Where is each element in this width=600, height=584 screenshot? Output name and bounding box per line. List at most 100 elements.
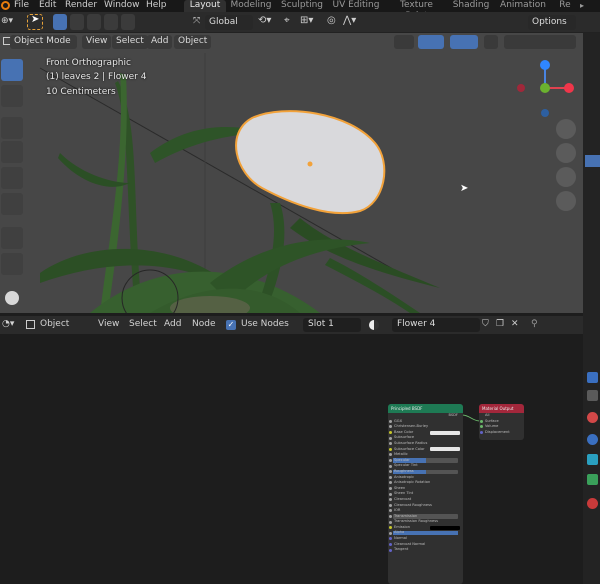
proportional-edit-icon[interactable]: ◎ [327, 15, 336, 26]
input-socket[interactable] [389, 459, 392, 463]
mode-extend-button[interactable] [70, 14, 84, 30]
menu-add[interactable]: Add [164, 318, 181, 332]
camera-icon[interactable] [556, 167, 576, 187]
use-nodes-checkbox[interactable]: ✓ [226, 320, 236, 330]
overlay-toggle-icon[interactable] [450, 35, 478, 49]
menu-view[interactable]: View [98, 318, 119, 332]
input-socket[interactable] [389, 526, 392, 530]
color-swatch[interactable] [430, 430, 460, 435]
material-output-node[interactable]: Material Output All Surface Volume Displace… [479, 404, 524, 440]
fake-user-icon[interactable]: ⛉ [482, 319, 489, 329]
scroll-right-icon[interactable]: ▸ [580, 1, 584, 10]
input-socket[interactable] [389, 520, 392, 524]
tab-modeling[interactable]: Modeling [230, 0, 272, 12]
cursor-tool-icon[interactable] [1, 85, 23, 107]
menu-object[interactable]: Object [174, 35, 212, 49]
duplicate-icon[interactable]: ❐ [496, 319, 504, 329]
shader-node-editor[interactable]: Principled BSDF BSDF GGX Christensen-Burl… [0, 334, 598, 584]
slot-dropdown[interactable]: Slot 1 [303, 318, 361, 332]
input-socket[interactable] [389, 531, 392, 535]
tab-rendering[interactable]: Re [555, 0, 575, 12]
world-properties-icon[interactable] [587, 412, 598, 423]
input-socket[interactable] [389, 442, 392, 446]
input-socket[interactable] [389, 542, 392, 546]
data-properties-icon[interactable] [587, 498, 598, 509]
input-socket[interactable] [389, 509, 392, 513]
color-swatch[interactable] [430, 525, 460, 530]
input-socket[interactable] [389, 436, 392, 440]
tab-uv-editing[interactable]: UV Editing [331, 0, 381, 12]
input-socket[interactable] [480, 431, 483, 435]
move-tool-icon[interactable] [1, 117, 23, 139]
3d-viewport[interactable]: Front Orthographic (1) leaves 2 | Flower… [0, 33, 583, 313]
constraint-properties-icon[interactable] [587, 474, 598, 485]
snap-target-icon[interactable]: ⊞▾ [300, 15, 313, 26]
menu-view[interactable]: View [82, 35, 112, 49]
input-socket[interactable] [389, 548, 392, 552]
unlink-icon[interactable]: ✕ [511, 319, 519, 329]
input-socket[interactable] [480, 425, 483, 429]
tab-shading[interactable]: Shading [451, 0, 491, 12]
input-socket[interactable] [389, 470, 392, 474]
input-socket[interactable] [389, 475, 392, 479]
grid-view-icon[interactable] [556, 191, 576, 211]
material-name-field[interactable]: Flower 4 [392, 318, 480, 332]
node-title[interactable]: Material Output [479, 404, 524, 413]
gizmo-toggle-icon[interactable] [418, 35, 444, 49]
mode-dropdown[interactable]: Object Mode [10, 35, 77, 49]
measure-tool-icon[interactable] [1, 253, 23, 275]
input-socket[interactable] [389, 464, 392, 468]
modifier-properties-icon[interactable] [587, 454, 598, 465]
mode-new-button[interactable] [53, 14, 67, 30]
input-socket[interactable] [389, 425, 392, 429]
tab-texture-paint[interactable]: Texture Paint [388, 0, 445, 21]
select-box-tool-icon[interactable] [1, 59, 23, 81]
tab-layout[interactable]: Layout [184, 0, 226, 12]
menu-help[interactable]: Help [146, 0, 167, 12]
mode-invert-button[interactable] [104, 14, 118, 30]
input-socket[interactable] [389, 431, 392, 435]
pivot-icon[interactable]: ⟲▾ [258, 15, 271, 26]
menu-node[interactable]: Node [192, 318, 216, 332]
principled-bsdf-node[interactable]: Principled BSDF BSDF GGX Christensen-Burl… [388, 404, 463, 584]
pin-icon[interactable]: ⚲ [531, 319, 538, 329]
input-socket[interactable] [389, 492, 392, 496]
editor-type-icon[interactable]: ◔▾ [2, 318, 14, 332]
snap-icon[interactable]: ⌖ [284, 15, 290, 26]
render-properties-icon[interactable] [587, 390, 598, 401]
tool-properties-icon[interactable] [587, 372, 598, 383]
shader-type-dropdown[interactable]: Object [40, 318, 69, 332]
mode-subtract-button[interactable] [87, 14, 101, 30]
xray-icon[interactable] [484, 35, 498, 49]
input-socket[interactable] [389, 503, 392, 507]
visibility-icon[interactable] [394, 35, 414, 49]
object-properties-icon[interactable] [587, 434, 598, 445]
blender-logo-icon[interactable] [1, 1, 10, 10]
input-socket[interactable] [389, 481, 392, 485]
input-socket[interactable] [389, 498, 392, 502]
menu-render[interactable]: Render [65, 0, 97, 12]
input-socket[interactable] [389, 514, 392, 518]
navigation-gizmo[interactable] [512, 58, 576, 122]
scale-tool-icon[interactable] [1, 167, 23, 189]
transform-tool-icon[interactable] [1, 193, 23, 215]
menu-add[interactable]: Add [147, 35, 173, 49]
menu-select[interactable]: Select [129, 318, 157, 332]
rotate-tool-icon[interactable] [1, 141, 23, 163]
input-socket[interactable] [389, 447, 392, 451]
orientation-dropdown[interactable]: Global [205, 15, 253, 30]
material-sphere-icon[interactable] [369, 320, 379, 330]
pan-hand-icon[interactable] [556, 143, 576, 163]
node-input-row[interactable]: Tangent [388, 547, 463, 553]
sidebar-tab[interactable] [585, 155, 600, 167]
node-input-row[interactable]: Displacement [479, 430, 524, 436]
options-dropdown[interactable]: Options [528, 15, 576, 30]
mode-intersect-button[interactable] [121, 14, 135, 30]
menu-window[interactable]: Window [104, 0, 140, 12]
color-swatch[interactable] [430, 447, 460, 452]
collapse-toolbar-icon[interactable] [5, 291, 19, 305]
shading-modes-icon[interactable] [504, 35, 576, 49]
editor-type-icon[interactable]: ⊕▾ [1, 16, 17, 28]
input-socket[interactable] [389, 537, 392, 541]
falloff-icon[interactable]: ⋀▾ [343, 15, 356, 26]
